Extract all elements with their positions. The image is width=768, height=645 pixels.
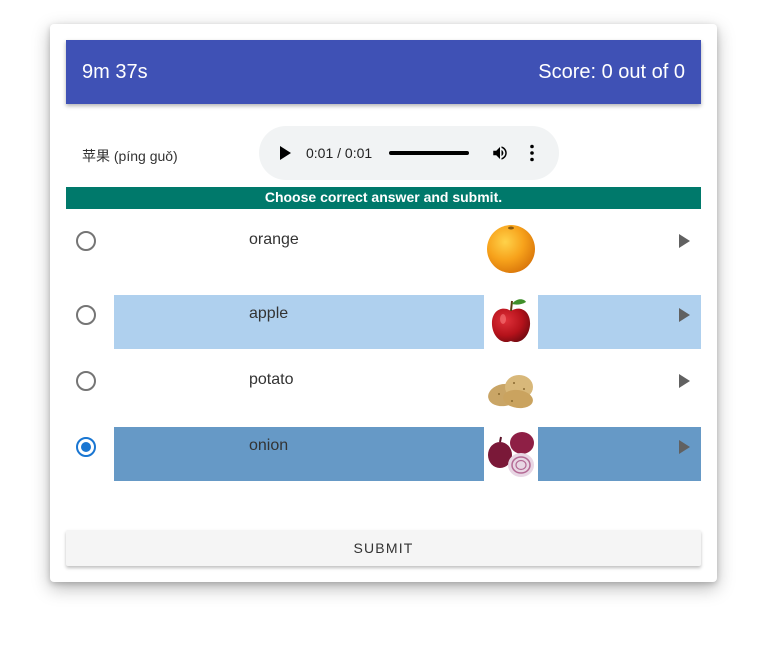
play-icon[interactable] <box>679 440 690 454</box>
radio-button-selected[interactable] <box>76 437 96 457</box>
option-label: orange <box>249 231 299 248</box>
option-label: apple <box>249 305 289 322</box>
quiz-header: 9m 37s Score: 0 out of 0 <box>66 40 701 104</box>
prompt-word: 苹果 (píng guǒ) <box>82 148 178 164</box>
audio-time: 0:01 / 0:01 <box>306 145 373 161</box>
radio-button[interactable] <box>76 305 96 325</box>
orange-image <box>487 225 535 273</box>
onion-image <box>484 427 538 481</box>
prompt-row: 苹果 (píng guǒ) 0:01 / 0:01 <box>66 126 701 182</box>
option-label: onion <box>249 437 289 454</box>
submit-button[interactable]: SUBMIT <box>66 530 701 566</box>
play-icon[interactable] <box>679 308 690 322</box>
option-highlight <box>538 295 701 349</box>
answer-option-orange[interactable]: orange <box>66 221 701 275</box>
option-highlight <box>114 427 484 481</box>
audio-player[interactable]: 0:01 / 0:01 <box>259 126 559 180</box>
apple-image <box>484 295 538 349</box>
audio-progress-track[interactable] <box>389 151 469 155</box>
play-icon[interactable] <box>679 234 690 248</box>
more-vert-icon[interactable] <box>530 144 534 162</box>
instruction-banner: Choose correct answer and submit. <box>66 187 701 209</box>
answer-option-potato[interactable]: potato <box>66 361 701 415</box>
option-label: potato <box>249 371 294 388</box>
timer: 9m 37s <box>82 60 148 83</box>
quiz-card: 9m 37s Score: 0 out of 0 苹果 (píng guǒ) 0… <box>50 24 717 582</box>
option-highlight <box>114 295 484 349</box>
potato-image <box>488 375 533 409</box>
volume-icon[interactable] <box>491 144 509 162</box>
play-icon[interactable] <box>280 146 291 160</box>
score: Score: 0 out of 0 <box>538 60 685 83</box>
radio-button[interactable] <box>76 231 96 251</box>
radio-button[interactable] <box>76 371 96 391</box>
answer-option-apple[interactable]: apple <box>66 295 701 349</box>
answer-option-onion[interactable]: onion <box>66 427 701 481</box>
option-highlight <box>538 427 701 481</box>
play-icon[interactable] <box>679 374 690 388</box>
